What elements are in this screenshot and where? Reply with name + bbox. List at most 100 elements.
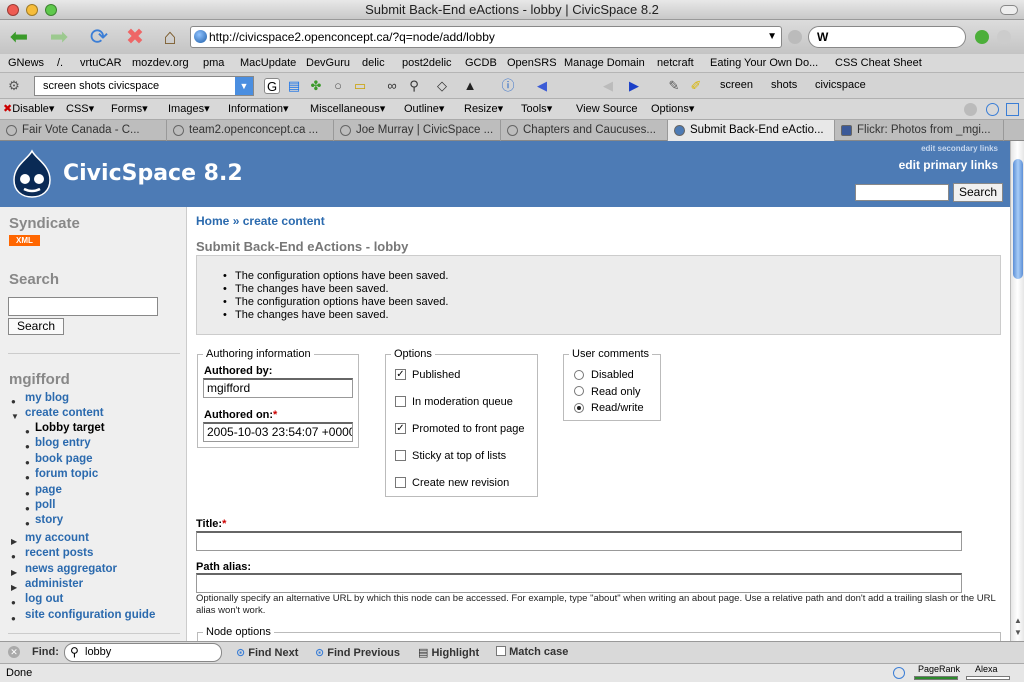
bookmark-item[interactable]: GCDB xyxy=(465,54,497,73)
binoculars-icon[interactable]: ∞ xyxy=(384,78,400,94)
options-menu[interactable]: Options▾ xyxy=(651,99,694,119)
zoom-window-button[interactable] xyxy=(45,4,57,16)
forms-menu[interactable]: Forms▾ xyxy=(111,99,148,119)
google-status-icon[interactable] xyxy=(893,667,905,679)
css-menu[interactable]: CSS▾ xyxy=(66,99,94,119)
term-civicspace[interactable]: civicspace xyxy=(815,79,866,91)
scroll-up-icon[interactable]: ▲ xyxy=(1014,616,1022,625)
alexa-bar[interactable] xyxy=(966,676,1010,680)
google-icon[interactable]: G xyxy=(264,78,280,94)
reload-icon[interactable]: ⟳ xyxy=(84,23,114,51)
chat-icon[interactable]: ○ xyxy=(330,78,346,94)
sidebar-search-input[interactable] xyxy=(8,297,158,316)
close-find-icon[interactable]: ✕ xyxy=(8,646,20,658)
path-alias-input[interactable] xyxy=(196,573,962,593)
header-search-input[interactable] xyxy=(855,184,949,201)
magnifier-icon[interactable]: ⚲ xyxy=(406,78,422,94)
edit-secondary-links[interactable]: edit secondary links xyxy=(921,144,998,153)
back-icon[interactable]: ⬅ xyxy=(4,23,34,51)
edit-primary-links[interactable]: edit primary links xyxy=(899,158,998,172)
tab-team2[interactable]: team2.openconcept.ca ... xyxy=(167,120,334,141)
check-icon[interactable] xyxy=(964,103,977,116)
tab-joe-murray[interactable]: Joe Murray | CivicSpace ... xyxy=(334,120,501,141)
url-field[interactable]: http://civicspace2.openconcept.ca/?q=nod… xyxy=(190,26,782,48)
bookmark-item[interactable]: mozdev.org xyxy=(132,54,189,73)
comments-read-write-radio[interactable] xyxy=(574,403,584,413)
miscellaneous-menu[interactable]: Miscellaneous▾ xyxy=(310,99,385,119)
bookmark-item[interactable]: netcraft xyxy=(657,54,694,73)
close-window-button[interactable] xyxy=(7,4,19,16)
addon-gray-icon[interactable] xyxy=(997,30,1011,44)
nav-poll[interactable]: poll xyxy=(35,499,55,511)
find-input[interactable]: ⚲ lobby xyxy=(64,643,222,662)
breadcrumb-create-content[interactable]: create content xyxy=(243,214,325,228)
pencil-icon[interactable]: ✎ xyxy=(666,78,682,94)
previous-icon[interactable]: ◀ xyxy=(534,78,550,94)
moderation-queue-checkbox[interactable] xyxy=(395,396,406,407)
tools-menu[interactable]: Tools▾ xyxy=(521,99,552,119)
highlight-button[interactable]: ▤ Highlight xyxy=(418,646,479,659)
tab-close-icon[interactable] xyxy=(173,125,184,136)
nav-my-blog[interactable]: my blog xyxy=(25,392,69,404)
gear-icon[interactable]: ⚙ xyxy=(6,78,22,94)
nav-book-page[interactable]: book page xyxy=(35,453,93,465)
scroll-down-icon[interactable]: ▼ xyxy=(1014,628,1022,637)
promote-front-page-checkbox[interactable]: ✓ xyxy=(395,423,406,434)
css-check-icon[interactable] xyxy=(1006,103,1019,116)
minimize-window-button[interactable] xyxy=(26,4,38,16)
info-icon[interactable] xyxy=(986,103,999,116)
search-engine-icon[interactable]: W xyxy=(817,30,828,44)
nav-page[interactable]: page xyxy=(35,484,62,496)
addon-green-icon[interactable] xyxy=(975,30,989,44)
chevron-down-icon[interactable]: ▼ xyxy=(767,27,777,47)
nav-create-content[interactable]: create content xyxy=(25,407,104,419)
bookmark-item[interactable]: GNews xyxy=(8,54,44,73)
drupal-logo-icon[interactable] xyxy=(10,149,54,199)
tab-close-icon[interactable] xyxy=(6,125,17,136)
graduation-cap-icon[interactable]: ▲ xyxy=(462,78,478,94)
highlighter-icon[interactable]: ✐ xyxy=(688,78,704,94)
info-icon[interactable]: ⓘ xyxy=(500,78,516,94)
nav-log-out[interactable]: log out xyxy=(25,593,63,605)
book-icon[interactable]: ▭ xyxy=(352,78,368,94)
bookmark-item[interactable]: delic xyxy=(362,54,385,73)
go-icon[interactable] xyxy=(788,30,802,44)
puzzle-icon[interactable]: ✤ xyxy=(308,78,324,94)
images-menu[interactable]: Images▾ xyxy=(168,99,210,119)
bookmark-item[interactable]: Eating Your Own Do... xyxy=(710,54,818,73)
bookmark-item[interactable]: /. xyxy=(57,54,63,73)
bookmark-item[interactable]: vrtuCAR xyxy=(80,54,122,73)
comments-disabled-radio[interactable] xyxy=(574,370,584,380)
nav-my-account[interactable]: my account xyxy=(25,532,89,544)
node-options-legend[interactable]: Node options xyxy=(203,626,274,638)
vertical-scrollbar[interactable]: ▲ ▼ xyxy=(1010,141,1024,641)
nav-recent-posts[interactable]: recent posts xyxy=(25,547,93,559)
chevron-down-icon[interactable]: ▼ xyxy=(235,77,253,95)
tab-chapters[interactable]: Chapters and Caucuses... xyxy=(501,120,668,141)
bookmark-item[interactable]: OpenSRS xyxy=(507,54,557,73)
bookmark-item[interactable]: post2delic xyxy=(402,54,452,73)
home-icon[interactable]: ⌂ xyxy=(155,23,185,51)
match-case-checkbox[interactable] xyxy=(496,646,506,656)
sidebar-search-button[interactable]: Search xyxy=(8,318,64,335)
scrollbar-thumb[interactable] xyxy=(1013,159,1023,279)
authored-by-input[interactable]: mgifford xyxy=(203,378,353,398)
nav-administer[interactable]: administer xyxy=(25,578,83,590)
nav-story[interactable]: story xyxy=(35,514,63,526)
nav-blog-entry[interactable]: blog entry xyxy=(35,437,91,449)
nav-news-aggregator[interactable]: news aggregator xyxy=(25,563,117,575)
published-checkbox[interactable]: ✓ xyxy=(395,369,406,380)
bookmark-item[interactable]: MacUpdate xyxy=(240,54,296,73)
tag-icon[interactable]: ◇ xyxy=(434,78,450,94)
web-search-field[interactable]: W xyxy=(808,26,966,48)
find-next-button[interactable]: ⊙ Find Next xyxy=(236,646,298,659)
tab-close-icon[interactable] xyxy=(340,125,351,136)
term-screen[interactable]: screen xyxy=(720,79,753,91)
news-icon[interactable]: ▤ xyxy=(286,78,302,94)
title-input[interactable] xyxy=(196,531,962,551)
nav-site-configuration-guide[interactable]: site configuration guide xyxy=(25,609,155,621)
tab-fair-vote[interactable]: Fair Vote Canada - C... xyxy=(0,120,167,141)
outline-menu[interactable]: Outline▾ xyxy=(404,99,444,119)
back-arrow-icon[interactable]: ◀ xyxy=(600,78,616,94)
bookmark-item[interactable]: Manage Domain xyxy=(564,54,645,73)
